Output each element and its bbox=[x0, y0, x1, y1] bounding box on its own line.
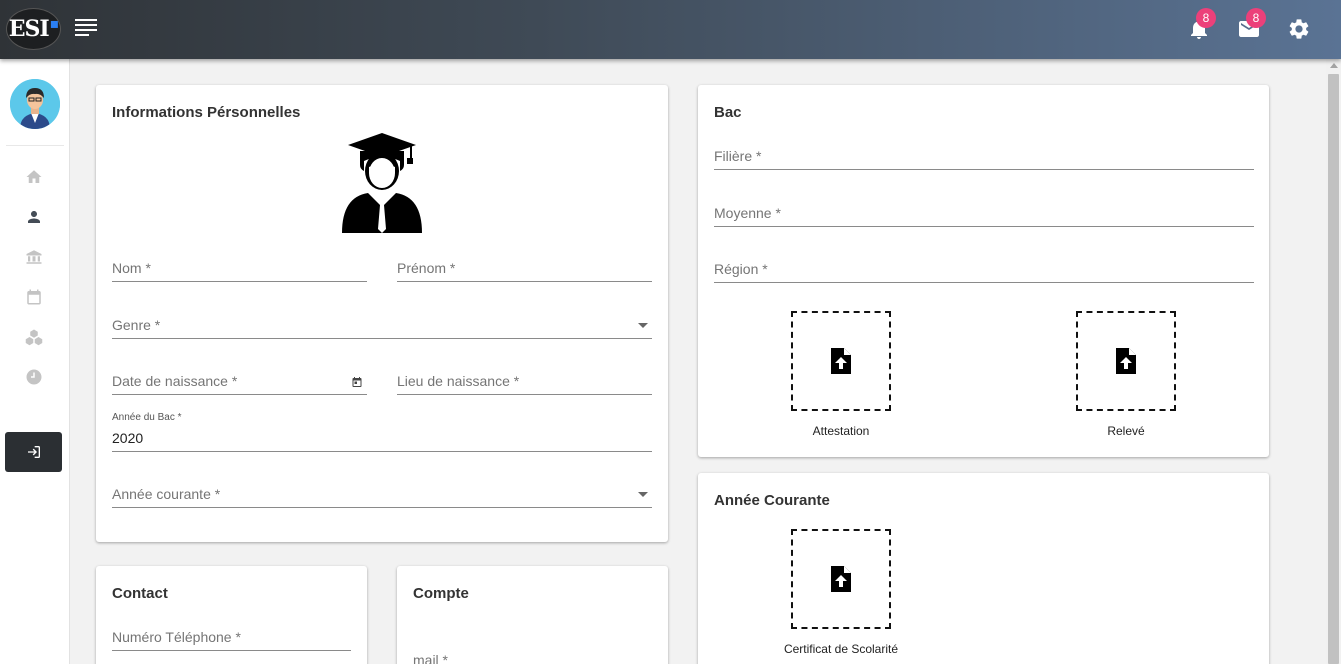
file-upload-icon bbox=[831, 566, 851, 592]
calendar-icon[interactable] bbox=[25, 288, 43, 306]
releve-label: Relevé bbox=[1107, 424, 1145, 438]
certificat-upload[interactable] bbox=[791, 529, 891, 629]
scroll-up-arrow-icon[interactable] bbox=[1330, 63, 1338, 68]
moyenne-field[interactable]: Moyenne * bbox=[714, 205, 1254, 227]
date-naissance-label: Date de naissance * bbox=[112, 373, 238, 389]
contact-title: Contact bbox=[112, 585, 168, 602]
nom-label: Nom * bbox=[112, 260, 151, 276]
clock-icon[interactable] bbox=[25, 368, 43, 386]
filiere-field[interactable]: Filière * bbox=[714, 148, 1254, 170]
annee-courante-label: Année courante * bbox=[112, 486, 221, 502]
mail-field[interactable]: mail * bbox=[413, 652, 652, 664]
mail-label: mail * bbox=[413, 652, 449, 664]
genre-select[interactable]: Genre * bbox=[112, 317, 652, 339]
graduate-student-icon bbox=[342, 131, 422, 235]
user-avatar[interactable] bbox=[10, 79, 60, 129]
logo-text: ESI bbox=[8, 16, 50, 42]
telephone-field[interactable]: Numéro Téléphone * bbox=[112, 629, 351, 651]
compte-title: Compte bbox=[413, 585, 469, 602]
top-bar: ESI ▪ 8 8 bbox=[0, 0, 1341, 59]
annee-bac-label: Année du Bac * bbox=[112, 412, 182, 423]
home-icon[interactable] bbox=[25, 168, 43, 186]
settings-gear-icon[interactable] bbox=[1287, 17, 1311, 41]
user-profile-icon[interactable] bbox=[25, 208, 43, 226]
messages-mail-icon[interactable]: 8 bbox=[1237, 8, 1266, 41]
logout-button[interactable] bbox=[5, 432, 62, 472]
attestation-label: Attestation bbox=[812, 424, 870, 438]
region-field[interactable]: Région * bbox=[714, 261, 1254, 283]
file-upload-icon bbox=[1116, 348, 1136, 374]
genre-label: Genre * bbox=[112, 317, 161, 333]
prenom-field[interactable]: Prénom * bbox=[397, 260, 652, 282]
lieu-naissance-label: Lieu de naissance * bbox=[397, 373, 520, 389]
sign-out-icon bbox=[27, 446, 40, 458]
releve-upload[interactable] bbox=[1076, 311, 1176, 411]
esi-logo[interactable]: ESI ▪ bbox=[6, 8, 61, 50]
sidebar bbox=[0, 59, 70, 664]
annee-bac-field[interactable]: 2020 bbox=[112, 430, 652, 452]
moyenne-label: Moyenne * bbox=[714, 205, 781, 221]
annee-courante-card: Année Courante Certificat de Scolarité bbox=[698, 473, 1269, 664]
compte-card: Compte mail * bbox=[397, 566, 668, 664]
notifications-badge: 8 bbox=[1196, 8, 1216, 28]
menu-toggle-icon[interactable] bbox=[75, 19, 97, 37]
personal-info-card: Informations Pérsonnelles Nom * Prénom *… bbox=[96, 85, 668, 542]
certificat-label: Certificat de Scolarité bbox=[783, 642, 899, 656]
logo-dot-icon: ▪ bbox=[49, 16, 59, 32]
personal-info-title: Informations Pérsonnelles bbox=[112, 104, 301, 121]
scroll-thumb[interactable] bbox=[1328, 74, 1339, 664]
contact-card: Contact Numéro Téléphone * bbox=[96, 566, 367, 664]
sidebar-divider bbox=[6, 145, 64, 146]
nom-field[interactable]: Nom * bbox=[112, 260, 367, 282]
annee-courante-select[interactable]: Année courante * bbox=[112, 486, 652, 508]
cubes-icon[interactable] bbox=[25, 328, 43, 346]
region-label: Région * bbox=[714, 261, 768, 277]
page-scrollbar[interactable] bbox=[1326, 59, 1341, 664]
filiere-label: Filière * bbox=[714, 148, 762, 164]
dropdown-arrow-icon bbox=[638, 323, 648, 328]
university-icon[interactable] bbox=[25, 248, 43, 266]
file-upload-icon bbox=[831, 348, 851, 374]
messages-badge: 8 bbox=[1246, 8, 1266, 28]
notifications-bell-icon[interactable]: 8 bbox=[1187, 8, 1216, 41]
attestation-upload[interactable] bbox=[791, 311, 891, 411]
date-naissance-field[interactable]: Date de naissance * bbox=[112, 373, 367, 395]
bac-title: Bac bbox=[714, 104, 742, 121]
bac-card: Bac Filière * Moyenne * Région * Attesta… bbox=[698, 85, 1269, 457]
annee-bac-value: 2020 bbox=[112, 430, 144, 446]
telephone-label: Numéro Téléphone * bbox=[112, 629, 241, 645]
prenom-label: Prénom * bbox=[397, 260, 456, 276]
calendar-picker-icon[interactable] bbox=[351, 375, 363, 393]
lieu-naissance-field[interactable]: Lieu de naissance * bbox=[397, 373, 652, 395]
annee-courante-title: Année Courante bbox=[714, 492, 830, 509]
dropdown-arrow-icon bbox=[638, 492, 648, 497]
